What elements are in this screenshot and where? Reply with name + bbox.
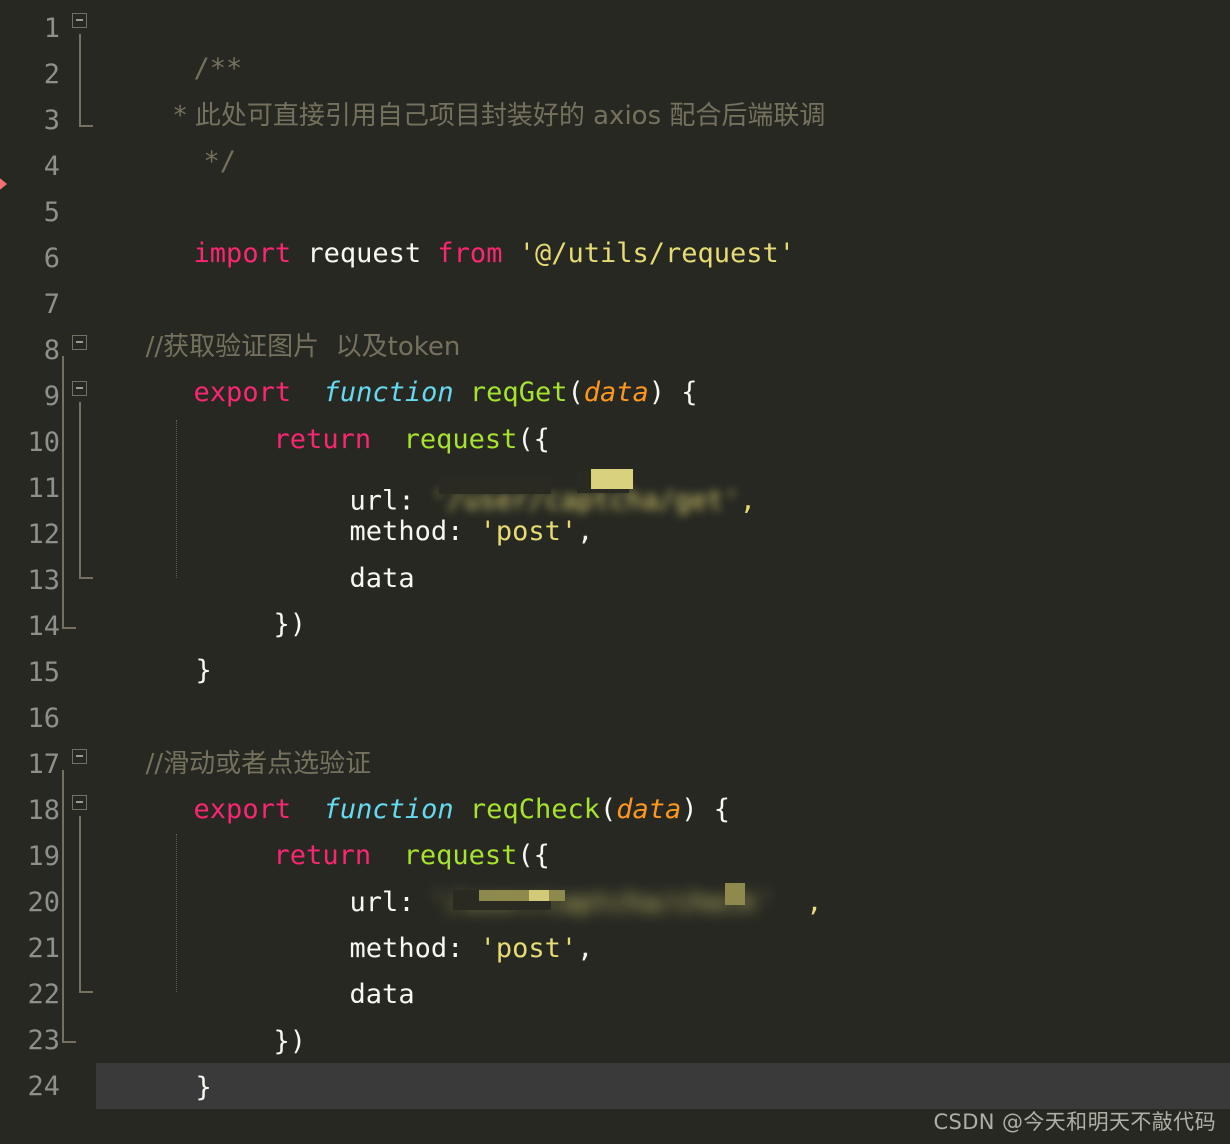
close-brace: } <box>195 1071 212 1103</box>
redaction-highlight <box>590 468 633 489</box>
comma: , <box>577 516 594 548</box>
fold-toggle-icon[interactable] <box>72 795 87 810</box>
fold-toggle-icon[interactable] <box>72 13 87 28</box>
comma: , <box>577 932 594 964</box>
line-number: 4 <box>43 151 60 182</box>
close-brace: } <box>195 655 212 687</box>
code-line[interactable]: export function reqCheck(data) { <box>96 741 731 825</box>
comment-token: * 此处可直接引用自己项目封装好的 axios 配合后端联调 <box>173 100 826 131</box>
code-line[interactable]: method: 'post', <box>252 880 594 964</box>
fold-region-bar-foot <box>62 1041 76 1043</box>
fold-region-bar <box>62 770 64 1042</box>
line-number: 18 <box>27 795 60 826</box>
code-line[interactable]: return request({ <box>176 370 550 455</box>
string-module-path: '@/utils/request' <box>518 238 796 270</box>
code-line[interactable]: import request from '@/utils/request' <box>96 185 796 269</box>
line-number: 8 <box>43 335 60 366</box>
fold-toggle-icon[interactable] <box>72 749 87 764</box>
code-line[interactable]: //获取验证图片 以及token <box>96 278 461 362</box>
close-paren-brace: }) <box>273 1025 307 1057</box>
close-paren-brace: }) <box>273 608 307 640</box>
redaction-block <box>724 882 745 905</box>
line-number: 7 <box>43 289 60 320</box>
code-line[interactable]: data <box>252 509 415 594</box>
code-line[interactable]: url: url: '/user/captcha/get','/user/cap… <box>252 417 756 516</box>
line-number: 9 <box>43 381 60 412</box>
param-data: data <box>583 377 649 409</box>
fold-region-bar <box>79 402 81 578</box>
line-number: 20 <box>27 887 60 918</box>
fold-region-bar-foot <box>79 577 93 579</box>
line-number: 17 <box>27 749 60 780</box>
paren-close-brace: ) { <box>681 794 731 826</box>
code-line[interactable]: * 此处可直接引用自己项目封装好的 axios 配合后端联调 <box>124 46 826 131</box>
line-number: 13 <box>27 565 60 596</box>
code-line[interactable]: export function reqGet(data) { <box>96 324 698 408</box>
line-number: 21 <box>27 933 60 964</box>
paren-close-brace: ) { <box>648 377 698 409</box>
line-number: 3 <box>43 105 60 136</box>
line-number: 19 <box>27 841 60 872</box>
fold-toggle-icon[interactable] <box>72 381 87 396</box>
paren-open: ( <box>567 377 584 409</box>
line-number: 15 <box>27 657 60 688</box>
param-data: data <box>616 794 682 826</box>
line-number: 5 <box>43 197 60 228</box>
fold-region-bar <box>79 34 81 126</box>
code-line[interactable]: method: 'post', <box>252 463 594 547</box>
csdn-watermark: CSDN @今天和明天不敲代码 <box>933 1110 1216 1134</box>
code-line[interactable]: return request({ <box>176 787 550 871</box>
line-number: 11 <box>27 473 60 504</box>
code-line[interactable]: url: '/user/captcha/check', <box>252 833 822 918</box>
fold-toggle-icon[interactable] <box>72 335 87 350</box>
line-number: 1 <box>43 13 60 44</box>
line-number: 14 <box>27 611 60 642</box>
fold-region-bar <box>79 816 81 992</box>
paren-open: ( <box>599 794 617 826</box>
property-data: data <box>349 562 415 594</box>
code-line[interactable]: /** <box>96 0 243 84</box>
code-editor[interactable]: 1 2 3 4 5 6 7 8 9 10 11 12 13 14 15 16 1… <box>0 0 1230 1144</box>
code-line[interactable]: */ <box>106 93 237 177</box>
keyword-import: import <box>193 238 292 270</box>
line-number: 6 <box>43 243 60 274</box>
property-data: data <box>349 979 415 1011</box>
fold-region-bar-foot <box>79 125 93 127</box>
code-line[interactable]: data <box>252 926 415 1010</box>
string-comma: , <box>739 485 756 517</box>
code-line[interactable]: //滑动或者点选验证 <box>96 695 372 779</box>
line-number: 12 <box>27 519 60 550</box>
line-number: 2 <box>43 59 60 90</box>
keyword-from: from <box>437 238 503 270</box>
fold-region-bar-foot <box>62 627 76 629</box>
code-line[interactable]: }) <box>176 556 307 640</box>
line-number: 16 <box>27 703 60 734</box>
fold-region-bar-foot <box>79 991 93 993</box>
comment-token: */ <box>203 145 237 177</box>
line-number: 10 <box>27 427 60 458</box>
fold-region-bar <box>62 356 64 628</box>
line-number: 22 <box>27 979 60 1010</box>
line-number: 23 <box>27 1025 60 1056</box>
string-post: 'post' <box>479 932 578 964</box>
code-line[interactable]: } <box>98 602 212 686</box>
string-comma: , <box>806 886 823 918</box>
code-line[interactable]: }) <box>176 972 307 1057</box>
identifier-request: request <box>307 238 422 270</box>
editor-gutter[interactable]: 1 2 3 4 5 6 7 8 9 10 11 12 13 14 15 16 1… <box>0 0 96 1144</box>
code-content[interactable]: /** * 此处可直接引用自己项目封装好的 axios 配合后端联调 */ im… <box>96 0 1230 1144</box>
line-number: 24 <box>27 1071 60 1102</box>
string-post: 'post' <box>479 516 578 548</box>
code-line[interactable]: } <box>98 1019 212 1103</box>
